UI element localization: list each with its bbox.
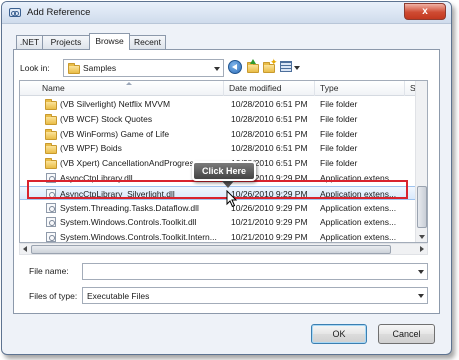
- tab-recent[interactable]: Recent: [129, 35, 166, 49]
- list-item[interactable]: (VB WPF) Boids 10/28/2010 6:51 PM File fol…: [20, 141, 416, 155]
- chevron-down-icon: [418, 294, 424, 298]
- tab-projects[interactable]: Projects: [42, 35, 90, 49]
- views-menu-icon[interactable]: [280, 60, 300, 74]
- up-folder-icon[interactable]: [246, 59, 260, 74]
- dll-file-icon: [46, 217, 56, 228]
- tab-dotnet[interactable]: .NET: [16, 35, 43, 49]
- file-type-cell: Application extens...: [320, 217, 397, 228]
- look-in-value: Samples: [83, 63, 117, 73]
- file-type-cell: File folder: [320, 99, 358, 109]
- callout-pointer: [222, 181, 234, 188]
- file-type-cell: File folder: [320, 158, 358, 169]
- file-name-cell: (VB WPF) Boids: [60, 143, 122, 154]
- horizontal-scrollbar[interactable]: [19, 243, 428, 255]
- ok-button[interactable]: OK: [311, 324, 367, 344]
- dll-file-icon: [46, 202, 56, 213]
- date-modified-cell: 10/21/2010 9:29 PM: [231, 217, 308, 228]
- folder-icon: [45, 143, 57, 155]
- chevron-down-icon[interactable]: [418, 270, 424, 274]
- list-header: Name Date modified Type Si: [20, 81, 427, 96]
- files-of-type-select[interactable]: Executable Files: [82, 287, 428, 304]
- date-modified-cell: 10/28/2010 6:51 PM: [231, 113, 308, 124]
- date-modified-cell: 10/26/2010 9:29 PM: [231, 202, 308, 213]
- file-type-cell: File folder: [320, 128, 358, 139]
- tab-browse[interactable]: Browse: [89, 33, 130, 50]
- file-name-cell: System.Threading.Tasks.Dataflow.dll: [60, 202, 199, 213]
- file-type-cell: File folder: [320, 113, 358, 124]
- file-name-cell: (VB WCF) Stock Quotes: [60, 113, 153, 124]
- file-type-cell: Application extens...: [320, 202, 397, 213]
- dll-file-icon: [46, 232, 56, 242]
- chevron-down-icon: [214, 67, 220, 71]
- scroll-left-arrow-icon[interactable]: [23, 246, 27, 252]
- folder-icon: [68, 63, 80, 74]
- file-type-cell: Application extens...: [320, 232, 397, 243]
- file-type-cell: File folder: [320, 143, 358, 154]
- look-in-label: Look in:: [20, 63, 50, 73]
- window-title: Add Reference: [27, 7, 91, 18]
- title-bar[interactable]: Add Reference x: [2, 2, 451, 24]
- file-name-input[interactable]: [82, 263, 428, 280]
- mouse-cursor-icon: [226, 190, 238, 208]
- date-modified-cell: 10/21/2010 9:29 PM: [231, 232, 308, 243]
- vertical-scrollbar[interactable]: [415, 81, 427, 242]
- column-header-type[interactable]: Type: [315, 81, 405, 96]
- close-button[interactable]: x: [404, 3, 446, 20]
- file-name-cell: (VB WinForms) Game of Life: [60, 128, 170, 139]
- folder-icon: [45, 128, 57, 140]
- file-name-cell: System.Windows.Controls.Toolkit.dll: [60, 217, 197, 228]
- list-item[interactable]: (VB WCF) Stock Quotes 10/28/2010 6:51 PM F…: [20, 112, 416, 126]
- scroll-down-arrow-icon[interactable]: [419, 235, 425, 239]
- cancel-button[interactable]: Cancel: [378, 324, 435, 344]
- click-here-callout: Click Here: [192, 161, 256, 181]
- files-of-type-label: Files of type:: [29, 291, 78, 301]
- list-item[interactable]: System.Windows.Controls.Toolkit.dll 10/21…: [20, 215, 416, 229]
- horizontal-scroll-thumb[interactable]: [31, 245, 391, 254]
- list-item[interactable]: (VB Silverlight) Netflix MVVM 10/28/2010 …: [20, 97, 416, 111]
- date-modified-cell: 10/28/2010 6:51 PM: [231, 99, 308, 109]
- folder-icon: [45, 113, 57, 125]
- column-header-date[interactable]: Date modified: [224, 81, 315, 96]
- date-modified-cell: 10/28/2010 6:51 PM: [231, 128, 308, 139]
- folder-icon: [45, 158, 57, 170]
- column-header-name[interactable]: Name: [20, 81, 224, 96]
- look-in-dropdown[interactable]: Samples: [63, 59, 224, 77]
- new-folder-icon[interactable]: ✦: [262, 58, 278, 74]
- list-item[interactable]: System.Windows.Controls.Toolkit.Intern..…: [20, 230, 416, 243]
- list-item[interactable]: System.Threading.Tasks.Dataflow.dll 10/26…: [20, 201, 416, 215]
- folder-icon: [45, 99, 57, 110]
- file-name-label: File name:: [29, 266, 69, 276]
- file-name-cell: System.Windows.Controls.Toolkit.Intern..…: [60, 232, 217, 243]
- app-icon: [9, 8, 21, 17]
- scroll-right-arrow-icon[interactable]: [420, 246, 424, 252]
- back-arrow-icon[interactable]: [228, 60, 242, 74]
- file-name-cell: (VB Silverlight) Netflix MVVM: [60, 99, 171, 109]
- highlight-annotation-box: [27, 180, 408, 199]
- vertical-scroll-thumb[interactable]: [417, 186, 427, 228]
- list-item[interactable]: (VB WinForms) Game of Life 10/28/2010 6:5…: [20, 127, 416, 141]
- files-of-type-value: Executable Files: [87, 291, 150, 301]
- date-modified-cell: 10/28/2010 6:51 PM: [231, 143, 308, 154]
